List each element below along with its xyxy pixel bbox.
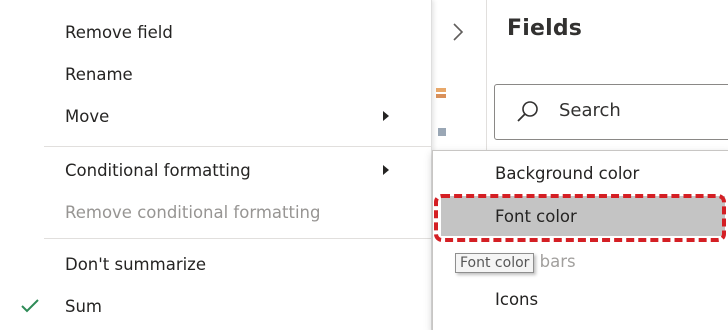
triangle-right-icon <box>383 111 389 121</box>
submenu-item-background-color[interactable]: Background color <box>433 153 728 193</box>
search-placeholder: Search <box>559 100 621 121</box>
highlight-annotation <box>434 194 726 242</box>
triangle-right-icon <box>383 165 389 175</box>
search-icon <box>517 101 538 122</box>
field-list-icon <box>436 88 446 136</box>
menu-item-remove-field[interactable]: Remove field <box>0 12 432 52</box>
menu-item-label: Remove conditional formatting <box>65 202 321 222</box>
menu-item-move[interactable]: Move <box>0 96 432 136</box>
fields-title: Fields <box>507 16 583 41</box>
context-menu: Remove field Rename Move Conditional for… <box>0 0 432 330</box>
menu-separator <box>44 146 432 147</box>
submenu-item-label: Background color <box>495 163 640 183</box>
menu-item-conditional-formatting[interactable]: Conditional formatting <box>0 150 432 190</box>
menu-separator <box>44 238 432 239</box>
menu-item-label: Remove field <box>65 22 173 42</box>
menu-item-label: Don't summarize <box>65 254 206 274</box>
menu-item-rename[interactable]: Rename <box>0 54 432 94</box>
tooltip: Font color <box>455 253 535 273</box>
checkmark-icon <box>21 299 39 313</box>
submenu-item-label: Icons <box>495 289 539 309</box>
menu-item-label: Rename <box>65 64 133 84</box>
screen: Fields Search · · · · · · · Remove field… <box>0 0 728 330</box>
search-input[interactable]: Search <box>494 84 728 140</box>
chevron-right-icon[interactable] <box>446 16 470 48</box>
menu-item-remove-conditional-formatting: Remove conditional formatting <box>0 192 432 232</box>
menu-item-label: Move <box>65 106 110 126</box>
menu-item-dont-summarize[interactable]: Don't summarize <box>0 244 432 284</box>
submenu-item-icons[interactable]: Icons <box>433 279 728 319</box>
menu-item-sum[interactable]: Sum <box>0 286 432 326</box>
menu-item-label: Sum <box>65 296 103 316</box>
menu-item-label: Conditional formatting <box>65 160 251 180</box>
